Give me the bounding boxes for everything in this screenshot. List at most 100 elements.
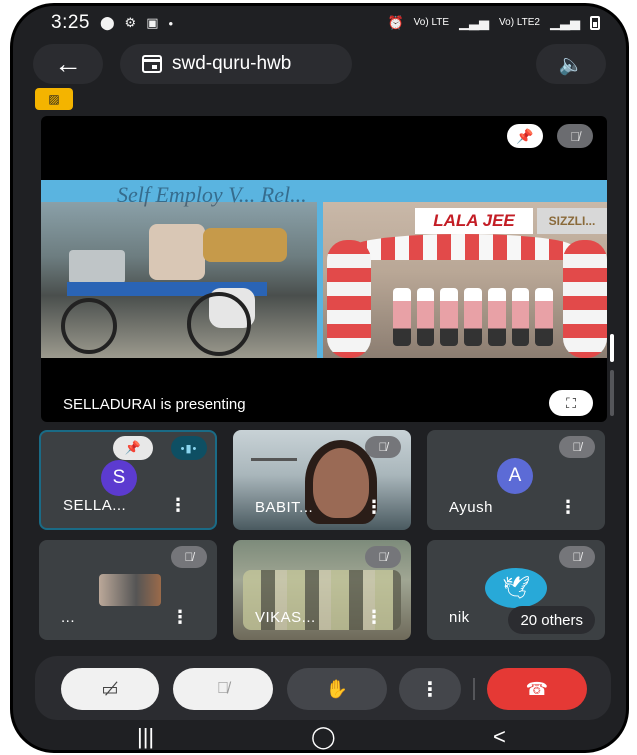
end-call-button[interactable]: ☎ (487, 668, 587, 710)
pin-icon: 📌 (124, 440, 142, 455)
more-options-button[interactable]: ⋮ (399, 668, 461, 710)
participant-photo (99, 574, 161, 606)
pin-icon: 📌 (516, 127, 534, 144)
camera-off-badge[interactable]: ▨ (35, 88, 73, 110)
hand-icon: ✋ (325, 678, 349, 699)
balloons-left (327, 240, 371, 358)
network-label-2: Vo) LTE2 (499, 17, 540, 28)
camera-off-icon: ▭̸ (101, 678, 119, 699)
recents-icon[interactable]: ||| (137, 724, 154, 750)
record-icon: ⬤ (99, 15, 115, 30)
fullscreen-button[interactable]: ⛶ (549, 390, 593, 416)
participant-name: VIKAS... (255, 609, 316, 626)
signal-icon: ▁▃▅ (459, 15, 490, 30)
vendor-figure (149, 224, 205, 280)
staff-group (393, 288, 554, 346)
mic-status: 🎙̸ (559, 436, 595, 458)
participant-name: SELLA... (63, 497, 127, 514)
scrollbar-thumb[interactable] (610, 334, 614, 362)
ceiling-fan (251, 458, 297, 461)
more-options-icon[interactable]: ⋮ (171, 607, 189, 628)
shared-slide: LALA JEE SIZZLI... Self Employ V... Rel.… (41, 180, 607, 358)
shop-sign-2: SIZZLI... (537, 208, 607, 234)
network-label-1: Vo) LTE (413, 17, 450, 28)
dot-icon: • (168, 15, 174, 31)
mic-status: 🎙̸ (559, 546, 595, 568)
mic-off-icon: 🎙̸ (378, 550, 388, 564)
meeting-code-chip[interactable]: swd-quru-hwb (120, 44, 352, 84)
battery-icon (590, 16, 600, 30)
shop-sign: LALA JEE (415, 208, 533, 234)
participant-tile[interactable]: 🎙̸ BABIT... ⋮ (233, 430, 411, 530)
presenter-mic-status: 🎙̸ (557, 124, 593, 148)
cart-snacks (203, 228, 287, 262)
slide-photo-shop: LALA JEE SIZZLI... (323, 202, 607, 358)
participant-tile[interactable]: 🎙̸ VIKAS... ⋮ (233, 540, 411, 640)
home-icon[interactable]: ◯ (311, 724, 336, 750)
pinned-badge[interactable]: 📌 (113, 436, 153, 460)
mic-off-icon: 🎙̸ (217, 680, 229, 697)
scrollbar-track (610, 370, 614, 416)
pin-button[interactable]: 📌 (507, 124, 543, 148)
settings-icon: ⚙ (124, 15, 137, 30)
mic-toggle-button[interactable]: 🎙̸ (173, 668, 273, 710)
participant-tile[interactable]: 📌 •▮• S SELLA... ⋮ (39, 430, 217, 530)
balloons-right (563, 240, 607, 358)
mic-status: 🎙̸ (171, 546, 207, 568)
participant-name: Ayush (449, 499, 493, 516)
alarm-icon: ⏰ (387, 15, 404, 30)
mic-off-icon: 🎙̸ (570, 128, 580, 144)
back-nav-icon[interactable]: < (493, 724, 506, 750)
participant-name: BABIT... (255, 499, 314, 516)
cart-pot (69, 250, 125, 284)
video-off-icon: ▨ (48, 92, 60, 106)
more-options-icon[interactable]: ⋮ (559, 497, 577, 518)
cart-wheel-left (61, 298, 117, 354)
slide-photo-street-vendor (41, 202, 317, 358)
call-controls: ▭̸ 🎙̸ ✋ ⋮ ☎ (35, 656, 611, 720)
meeting-code: swd-quru-hwb (172, 53, 292, 74)
phone-frame: 3:25 ⬤ ⚙ ▣ • ⏰ Vo) LTE ▁▃▅ Vo) LTE2 ▁▃▅ … (10, 3, 629, 753)
mic-off-icon: 🎙̸ (572, 550, 582, 564)
others-count-chip[interactable]: 20 others (508, 606, 595, 634)
more-options-icon[interactable]: ⋮ (365, 607, 383, 628)
avatar: S (101, 460, 137, 496)
mic-off-icon: 🎙̸ (572, 440, 582, 454)
mic-status: 🎙̸ (365, 546, 401, 568)
mic-off-icon: 🎙̸ (184, 550, 194, 564)
phone-hangup-icon: ☎ (525, 678, 549, 699)
more-options-icon[interactable]: ⋮ (169, 495, 187, 516)
fullscreen-icon: ⛶ (566, 394, 576, 411)
arrow-left-icon: ← (54, 48, 82, 79)
divider (473, 678, 475, 700)
more-vert-icon: ⋮ (420, 678, 440, 701)
participant-tile[interactable]: 🎙̸ A Ayush ⋮ (427, 430, 605, 530)
audio-wave-icon: •▮• (180, 442, 198, 455)
more-options-icon[interactable]: ⋮ (365, 497, 383, 518)
bird-avatar-icon: 🕊 (485, 568, 547, 608)
system-nav-bar: ||| ◯ < (13, 722, 626, 750)
speaker-button[interactable]: 🔈 (536, 44, 606, 84)
participant-name: nik (449, 609, 470, 626)
balloon-arch (353, 234, 573, 260)
mic-status: 🎙̸ (365, 436, 401, 458)
status-time: 3:25 (51, 12, 90, 33)
participant-tile[interactable]: 🎙̸ ... ⋮ (39, 540, 217, 640)
participant-name: ... (61, 609, 76, 626)
participant-tile[interactable]: 🎙̸ 🕊 nik 20 others (427, 540, 605, 640)
avatar: A (497, 458, 533, 494)
calendar-icon (142, 55, 162, 73)
back-button[interactable]: ← (33, 44, 103, 84)
top-bar: ← swd-quru-hwb 🔈 (13, 44, 626, 90)
speaker-icon: 🔈 (558, 53, 584, 76)
presenting-caption: SELLADURAI is presenting (63, 396, 246, 413)
status-bar: 3:25 ⬤ ⚙ ▣ • ⏰ Vo) LTE ▁▃▅ Vo) LTE2 ▁▃▅ (13, 6, 626, 40)
mic-off-icon: 🎙̸ (378, 440, 388, 454)
speaking-indicator: •▮• (171, 436, 207, 460)
slide-title: Self Employ V... Rel... (117, 182, 307, 207)
raise-hand-button[interactable]: ✋ (287, 668, 387, 710)
presentation-view[interactable]: 📌 🎙̸ LALA JEE SIZZLI... Self Employ V...… (41, 116, 607, 422)
camera-toggle-button[interactable]: ▭̸ (61, 668, 159, 710)
signal-icon-2: ▁▃▅ (550, 15, 580, 30)
scrollbar[interactable] (610, 326, 614, 422)
